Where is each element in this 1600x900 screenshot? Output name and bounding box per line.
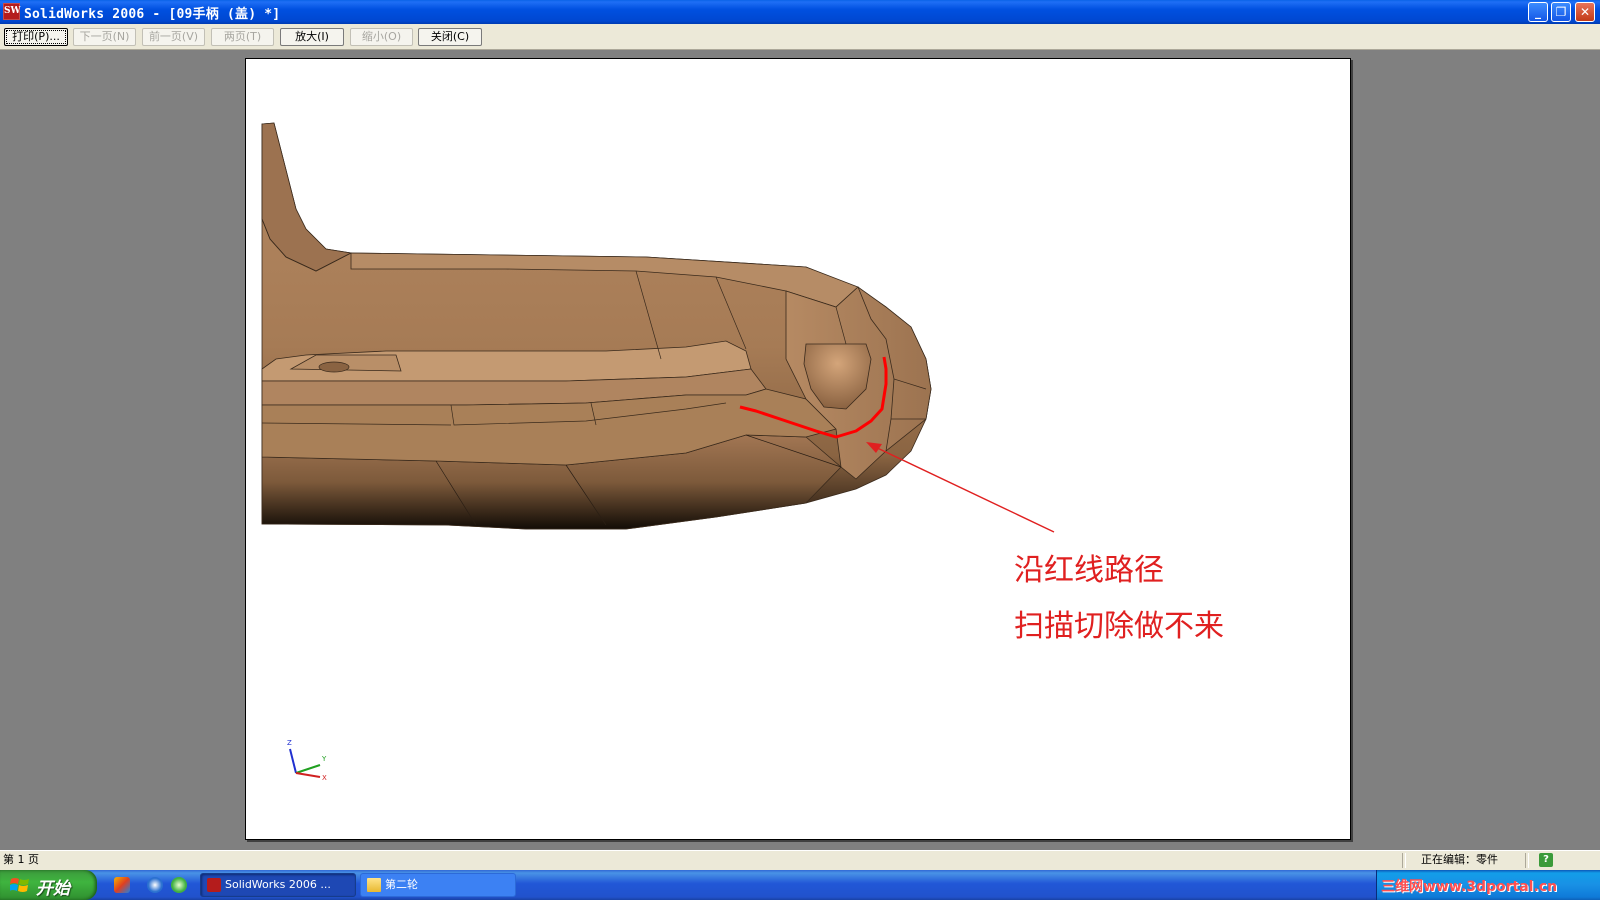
status-page-number: 第 1 页: [3, 853, 39, 866]
status-separator: [1402, 853, 1406, 868]
minimize-button[interactable]: _: [1528, 2, 1548, 22]
task-solidworks[interactable]: SolidWorks 2006 ...: [200, 873, 356, 897]
zoom-in-button[interactable]: 放大(I): [280, 28, 344, 46]
previous-page-button[interactable]: 前一页(V): [142, 28, 205, 46]
windows-flag-icon: [10, 878, 29, 892]
next-page-button[interactable]: 下一页(N): [73, 28, 136, 46]
close-button[interactable]: ✕: [1575, 2, 1595, 22]
task-folder[interactable]: 第二轮: [360, 873, 516, 897]
restore-button[interactable]: ❐: [1551, 2, 1571, 22]
triad-x-label: X: [322, 774, 327, 781]
annotation-line-2: 扫描切除做不来: [1014, 609, 1224, 644]
two-page-button[interactable]: 两页(T): [211, 28, 274, 46]
quicklaunch-app-icon[interactable]: [171, 877, 187, 893]
coordinate-triad-icon: Z Y X: [287, 739, 327, 781]
system-tray[interactable]: 三维网www.3dportal.cn: [1376, 870, 1600, 900]
start-label: 开始: [36, 879, 70, 899]
start-button[interactable]: 开始: [0, 870, 97, 900]
task-label: 第二轮: [385, 878, 418, 891]
quicklaunch-ie-icon[interactable]: [147, 877, 163, 893]
solidworks-logo-icon[interactable]: SW: [3, 3, 21, 20]
print-preview-toolbar: 打印(P)... 下一页(N) 前一页(V) 两页(T) 放大(I) 缩小(O)…: [0, 24, 1600, 50]
preview-area[interactable]: 沿红线路径 扫描切除做不来 Z Y X: [0, 50, 1600, 850]
watermark: 三维网www.3dportal.cn: [1381, 879, 1558, 895]
annotation-line-1: 沿红线路径: [1014, 553, 1164, 588]
task-label: SolidWorks 2006 ...: [225, 878, 331, 891]
status-editing-mode: 正在编辑：零件: [1421, 853, 1498, 866]
print-button[interactable]: 打印(P)...: [4, 28, 68, 46]
title-bar[interactable]: SW SolidWorks 2006 - [09手柄 (盖) *] _ ❐ ✕: [0, 0, 1600, 24]
model-view: [261, 122, 1055, 533]
triad-y-label: Y: [321, 755, 327, 763]
help-icon[interactable]: ?: [1539, 853, 1553, 867]
zoom-out-button[interactable]: 缩小(O): [350, 28, 413, 46]
taskbar: 开始 SolidWorks 2006 ... 第二轮 三维网www.3dport…: [0, 870, 1600, 900]
status-separator: [1525, 853, 1529, 868]
folder-icon: [367, 878, 381, 892]
close-preview-button[interactable]: 关闭(C): [418, 28, 482, 46]
window-title: SolidWorks 2006 - [09手柄 (盖) *]: [24, 7, 281, 22]
annotation-arrow: [870, 444, 1055, 533]
solidworks-icon: [207, 878, 221, 892]
status-bar: 第 1 页 正在编辑：零件 ?: [0, 850, 1600, 870]
triad-z-label: Z: [287, 739, 292, 747]
quicklaunch-messenger-icon[interactable]: [114, 877, 130, 893]
preview-page[interactable]: 沿红线路径 扫描切除做不来 Z Y X: [245, 58, 1351, 840]
